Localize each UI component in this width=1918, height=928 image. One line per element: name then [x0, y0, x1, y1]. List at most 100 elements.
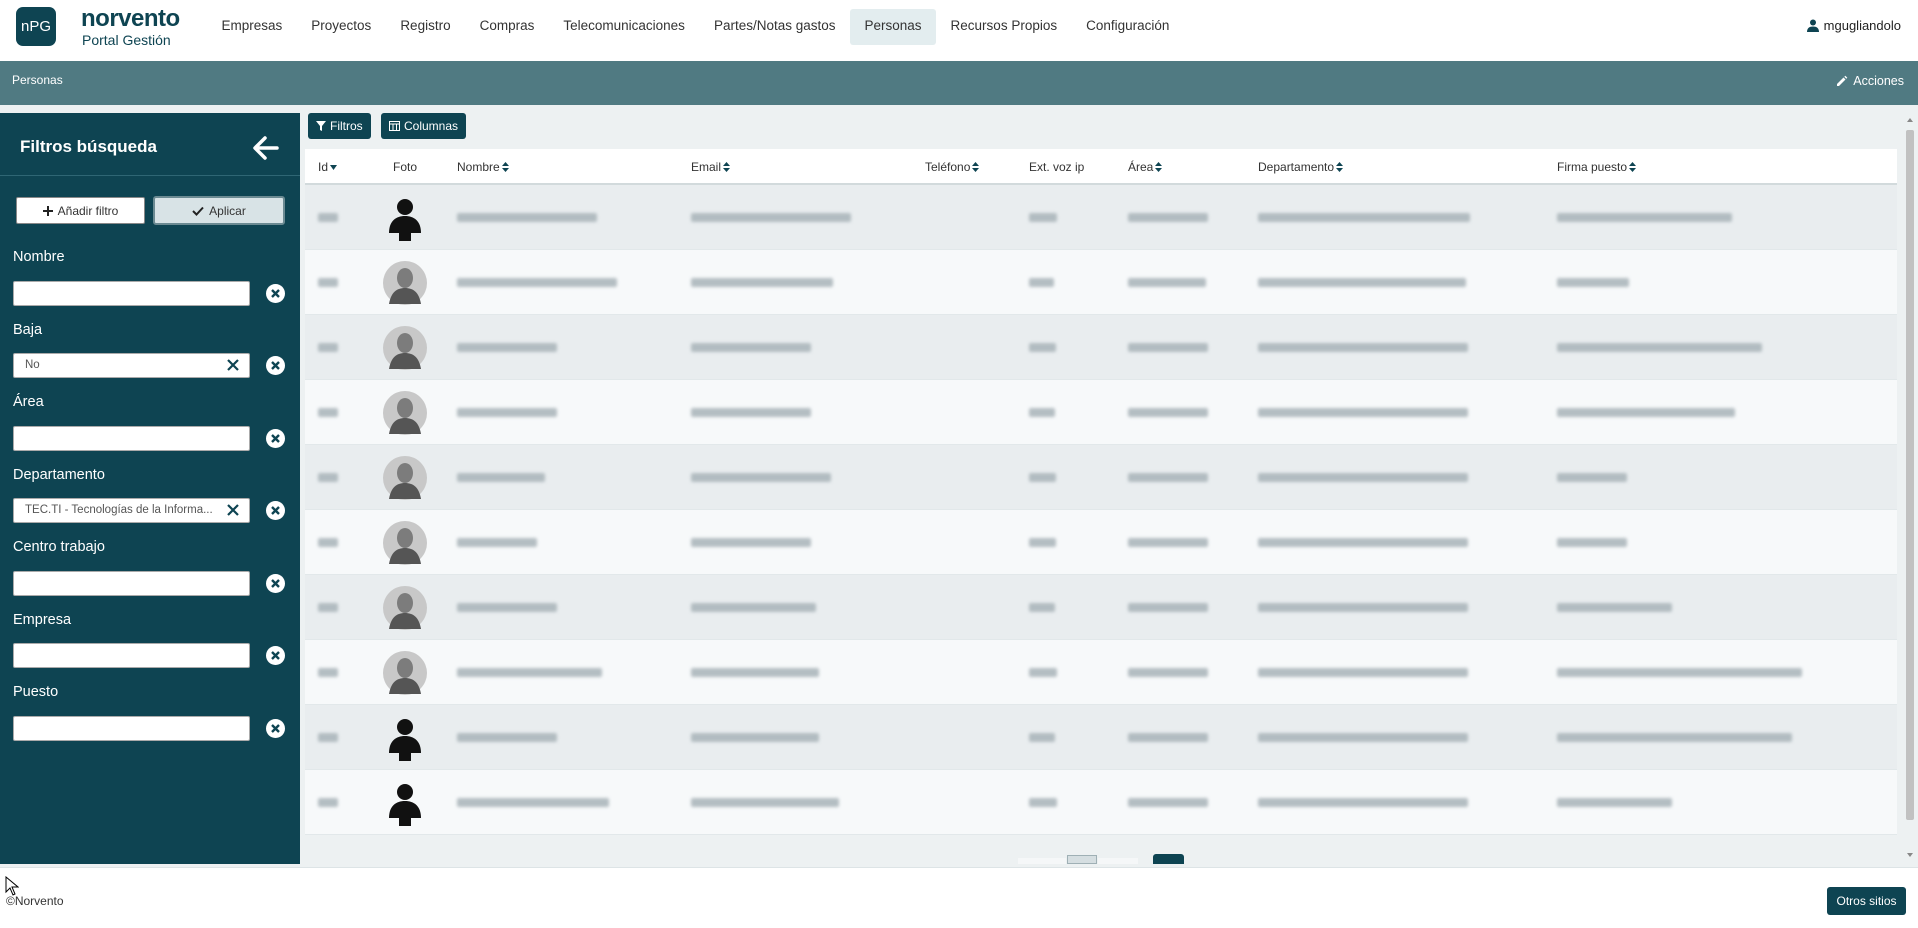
redacted-cell	[457, 668, 602, 677]
filter-input-area[interactable]	[13, 426, 250, 451]
avatar	[389, 199, 421, 241]
clear-filter-baja-button[interactable]	[266, 356, 285, 375]
nav-item-compras[interactable]: Compras	[465, 9, 549, 45]
redacted-cell	[1128, 278, 1206, 287]
arrow-left-icon[interactable]	[251, 134, 279, 162]
people-table: Id Foto Nombre Email Teléfono Ext. voz i…	[305, 149, 1897, 835]
clear-filter-centro-trabajo-button[interactable]	[266, 574, 285, 593]
nav-item-proyectos[interactable]: Proyectos	[297, 9, 386, 45]
filter-input-puesto[interactable]	[13, 716, 250, 741]
nav-item-recursos-propios[interactable]: Recursos Propios	[936, 9, 1072, 45]
pagination-prev[interactable]	[1018, 858, 1066, 864]
nav-item-partes-notas-gastos[interactable]: Partes/Notas gastos	[699, 9, 850, 45]
redacted-cell	[1128, 538, 1208, 547]
table-row[interactable]	[305, 380, 1897, 445]
redacted-cell	[318, 668, 338, 677]
redacted-cell	[1128, 408, 1208, 417]
filter-input-departamento[interactable]: TEC.TI - Tecnologías de la Informa...	[13, 498, 250, 523]
avatar	[383, 456, 427, 500]
user-name: mgugliandolo	[1823, 18, 1901, 33]
nav-item-registro[interactable]: Registro	[386, 9, 465, 45]
otros-sitios-button[interactable]: Otros sitios	[1827, 887, 1906, 915]
clear-filter-departamento-button[interactable]	[266, 501, 285, 520]
clear-value-icon[interactable]	[226, 503, 240, 517]
nav-item-personas[interactable]: Personas	[850, 9, 937, 45]
table-row[interactable]	[305, 640, 1897, 705]
redacted-cell	[1258, 668, 1468, 677]
col-header-telefono[interactable]: Teléfono	[925, 160, 980, 174]
close-icon	[271, 434, 280, 443]
clear-filter-area-button[interactable]	[266, 429, 285, 448]
col-header-email[interactable]: Email	[691, 160, 731, 174]
redacted-cell	[1029, 213, 1057, 222]
clear-value-icon[interactable]	[226, 358, 240, 372]
close-icon	[271, 506, 280, 515]
table-row[interactable]	[305, 250, 1897, 315]
col-header-nombre[interactable]: Nombre	[457, 160, 509, 174]
apply-button[interactable]: Aplicar	[153, 196, 285, 225]
table-row[interactable]	[305, 575, 1897, 640]
filter-value-baja: No	[25, 359, 40, 371]
redacted-cell	[1258, 733, 1468, 742]
nav-item-configuracion[interactable]: Configuración	[1072, 9, 1184, 45]
redacted-cell	[457, 733, 557, 742]
redacted-cell	[457, 473, 545, 482]
redacted-cell	[691, 733, 819, 742]
columnas-button[interactable]: Columnas	[381, 113, 467, 139]
filter-input-nombre[interactable]	[13, 281, 250, 306]
avatar	[383, 521, 427, 565]
user-menu[interactable]: mgugliandolo	[1806, 18, 1901, 33]
redacted-cell	[457, 538, 537, 547]
col-header-id[interactable]: Id	[318, 160, 338, 174]
redacted-cell	[1557, 538, 1627, 547]
sort-icon	[1336, 162, 1344, 172]
add-filter-button[interactable]: Añadir filtro	[16, 197, 145, 224]
clear-filter-nombre-button[interactable]	[266, 284, 285, 303]
table-row[interactable]	[305, 770, 1897, 835]
nav-item-empresas[interactable]: Empresas	[207, 9, 297, 45]
table-row[interactable]	[305, 185, 1897, 250]
table-row[interactable]	[305, 315, 1897, 380]
redacted-cell	[1128, 733, 1208, 742]
redacted-cell	[1029, 538, 1056, 547]
pagination-page[interactable]	[1067, 855, 1097, 864]
col-header-area[interactable]: Área	[1128, 160, 1163, 174]
plus-icon	[42, 205, 53, 216]
table-row[interactable]	[305, 445, 1897, 510]
col-header-departamento[interactable]: Departamento	[1258, 160, 1344, 174]
redacted-cell	[318, 278, 338, 287]
redacted-cell	[1128, 473, 1208, 482]
user-icon	[1806, 19, 1819, 32]
clear-filter-empresa-button[interactable]	[266, 646, 285, 665]
redacted-cell	[1557, 213, 1732, 222]
redacted-cell	[691, 473, 831, 482]
pagination-page[interactable]	[1098, 858, 1138, 864]
table-header: Id Foto Nombre Email Teléfono Ext. voz i…	[305, 149, 1897, 185]
redacted-cell	[1557, 408, 1735, 417]
pencil-icon	[1837, 75, 1848, 86]
filter-input-empresa[interactable]	[13, 643, 250, 668]
redacted-cell	[457, 798, 609, 807]
filter-input-baja[interactable]: No	[13, 353, 250, 378]
main-nav: Empresas Proyectos Registro Compras Tele…	[207, 9, 1184, 45]
redacted-cell	[1258, 798, 1468, 807]
close-icon	[271, 361, 280, 370]
filter-input-centro-trabajo[interactable]	[13, 571, 250, 596]
clear-filter-puesto-button[interactable]	[266, 719, 285, 738]
table-row[interactable]	[305, 510, 1897, 575]
filter-label-puesto: Puesto	[13, 684, 59, 700]
filtros-button[interactable]: Filtros	[308, 113, 371, 139]
sort-desc-icon	[330, 164, 338, 170]
filters-sidebar: Filtros búsqueda Añadir filtro Aplicar N…	[0, 113, 300, 864]
table-row[interactable]	[305, 705, 1897, 770]
pagination-next[interactable]	[1153, 854, 1184, 864]
redacted-cell	[1029, 408, 1055, 417]
nav-item-telecomunicaciones[interactable]: Telecomunicaciones	[549, 9, 700, 45]
actions-button[interactable]: Acciones	[1836, 74, 1904, 88]
col-header-firma-puesto[interactable]: Firma puesto	[1557, 160, 1637, 174]
close-icon	[271, 651, 280, 660]
filter-label-departamento: Departamento	[13, 467, 105, 483]
table-scrollbar[interactable]	[1904, 115, 1916, 860]
redacted-cell	[1128, 343, 1208, 352]
app-logo[interactable]: nPG	[16, 7, 56, 46]
